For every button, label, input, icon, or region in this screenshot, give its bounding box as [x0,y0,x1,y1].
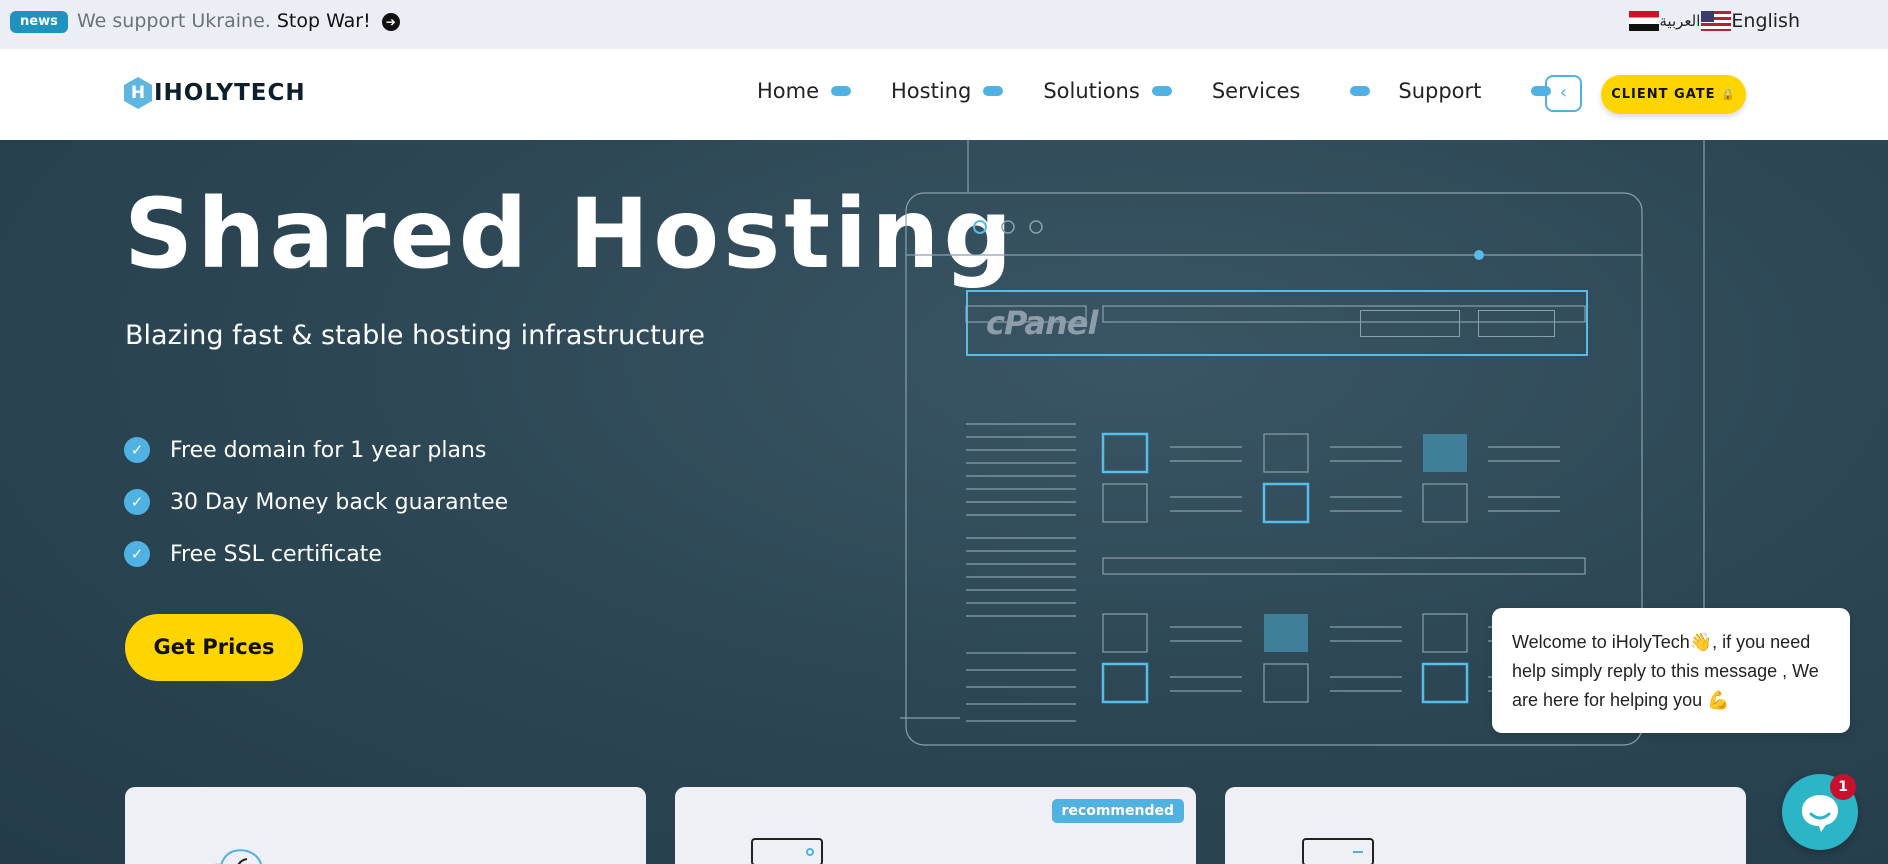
chat-welcome-message[interactable]: Welcome to iHolyTech👋, if you need help … [1492,608,1850,733]
sidebar-toggle-button[interactable]: ‹ [1545,75,1582,112]
nav-home-label: Home [757,79,820,103]
cpanel-logo: cPanel [986,304,1098,342]
site-header: IHOLYTECH Home Hosting Solutions Service… [0,49,1888,140]
chat-bubble-icon [1802,795,1838,832]
check-icon: ✓ [124,541,150,567]
logo[interactable]: IHOLYTECH [124,77,306,109]
hero-section: Shared Hosting Blazing fast & stable hos… [0,140,1888,864]
language-switcher[interactable]: العربية English [1629,10,1800,32]
unread-count-badge: 1 [1830,774,1856,800]
dropdown-dot-icon [831,86,852,96]
logo-hex-icon [124,77,152,109]
chat-line: Welcome to iHolyTech👋, if you need [1512,632,1811,652]
dropdown-dot-icon [983,86,1004,96]
stop-war-link[interactable]: Stop War! [277,10,371,32]
main-nav: Home Hosting Solutions Services Support [757,79,1552,103]
cloud-icon [213,849,262,864]
dropdown-dot-icon [1350,86,1371,96]
check-icon: ✓ [124,489,150,515]
client-gate-label: CLIENT GATE [1611,87,1716,102]
pricing-card[interactable] [1225,787,1746,864]
cpanel-header-bar: cPanel [966,290,1588,356]
feature-text: Free domain for 1 year plans [170,437,487,463]
cpanel-field [1478,310,1555,337]
lock-icon: 🔒 [1721,88,1736,101]
chat-line: are here for helping you 💪 [1512,690,1730,710]
feature-item: ✓ 30 Day Money back guarantee [124,476,508,528]
cpanel-field [1360,310,1460,337]
nav-support[interactable]: Support [1398,79,1552,103]
us-flag-icon[interactable] [1701,11,1732,31]
pricing-card-recommended[interactable]: recommended [675,787,1196,864]
nav-solutions-label: Solutions [1043,79,1140,103]
server-icon [1302,838,1374,864]
nav-solutions[interactable]: Solutions [1043,79,1172,103]
news-badge: news [10,11,68,33]
nav-services[interactable]: Services [1212,79,1371,103]
get-prices-button[interactable]: Get Prices [125,614,303,681]
chat-line: help simply reply to this message , We [1512,661,1819,681]
nav-hosting[interactable]: Hosting [891,79,1004,103]
nav-home[interactable]: Home [757,79,852,103]
dropdown-dot-icon [1151,86,1172,96]
hero-title: Shared Hosting [124,178,1017,290]
client-gate-button[interactable]: CLIENT GATE 🔒 [1601,75,1746,114]
feature-text: 30 Day Money back guarantee [170,489,509,515]
arrow-right-circle-icon[interactable]: ➔ [381,13,400,31]
recommended-badge: recommended [1051,799,1184,823]
feature-list: ✓ Free domain for 1 year plans ✓ 30 Day Mo… [124,424,508,580]
check-icon: ✓ [124,437,150,463]
server-icon [751,838,823,864]
feature-item: ✓ Free domain for 1 year plans [124,424,508,476]
news-message: We support Ukraine. Stop War! ➔ [77,9,400,33]
lang-arabic[interactable]: العربية [1659,12,1700,30]
pricing-card[interactable] [125,787,646,864]
hero-subtitle: Blazing fast & stable hosting infrastruc… [125,320,705,351]
feature-item: ✓ Free SSL certificate [124,528,508,580]
nav-services-label: Services [1211,79,1301,103]
feature-text: Free SSL certificate [170,541,382,567]
nav-support-label: Support [1398,79,1482,103]
egypt-flag-icon[interactable] [1629,11,1660,31]
nav-hosting-label: Hosting [891,79,972,103]
news-text: We support Ukraine. [77,10,271,32]
news-bar: news We support Ukraine. Stop War! ➔ الع… [0,0,1888,49]
lang-english[interactable]: English [1731,10,1800,32]
chevron-left-icon: ‹ [1559,82,1568,103]
logo-text: IHOLYTECH [154,80,306,106]
